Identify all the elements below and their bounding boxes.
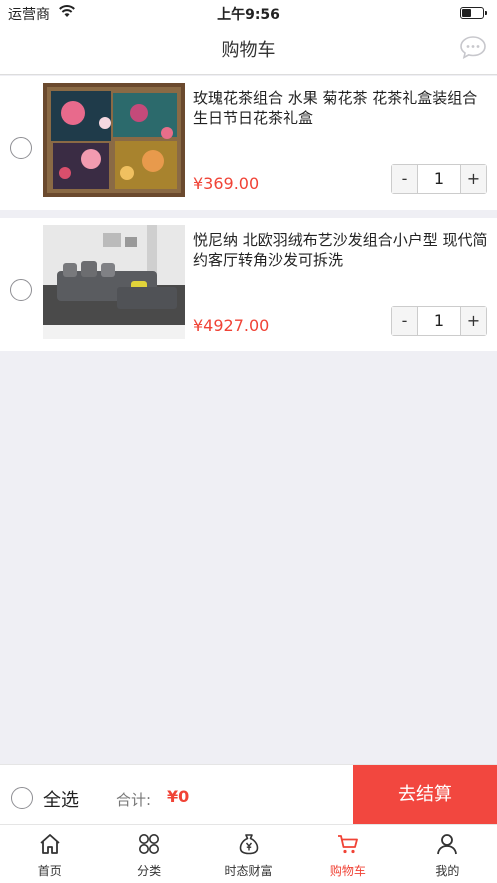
decrease-qty-button[interactable]: - — [392, 165, 417, 193]
total-value: ¥0 — [167, 787, 190, 806]
product-title[interactable]: 玫瑰花茶组合 水果 菊花茶 花茶礼盒装组合 生日节日花茶礼盒 — [193, 88, 489, 128]
tab-label: 分类 — [137, 864, 162, 878]
cart-item: 悦尼纳 北欧羽绒布艺沙发组合小户型 现代简约客厅转角沙发可拆洗 ¥4927.00… — [0, 218, 497, 351]
cart-icon — [337, 835, 358, 854]
cart-item: 玫瑰花茶组合 水果 菊花茶 花茶礼盒装组合 生日节日花茶礼盒 ¥369.00 -… — [0, 76, 497, 210]
checkout-bar: 全选 合计: ¥0 去结算 — [0, 764, 497, 825]
select-all-radio[interactable] — [11, 787, 33, 809]
item-select-radio[interactable] — [10, 279, 32, 301]
clock: 上午9:56 — [217, 7, 280, 23]
quantity-stepper: - 1 + — [391, 164, 487, 194]
product-price: ¥4927.00 — [193, 316, 270, 335]
increase-qty-button[interactable]: + — [461, 165, 486, 193]
tab-wealth[interactable]: 时态财富 — [199, 825, 298, 883]
tab-bar: 首页 分类 时态财富 购物车 我的 — [0, 824, 497, 883]
quantity-value[interactable]: 1 — [417, 165, 461, 193]
increase-qty-button[interactable]: + — [461, 307, 486, 335]
product-price: ¥369.00 — [193, 174, 260, 193]
total-label: 合计: — [116, 791, 152, 809]
tab-label: 首页 — [37, 864, 62, 878]
category-icon — [139, 834, 160, 854]
quantity-stepper: - 1 + — [391, 306, 487, 336]
tab-label: 时态财富 — [224, 864, 273, 878]
tab-cart[interactable]: 购物车 — [298, 825, 397, 883]
cart-list: 玫瑰花茶组合 水果 菊花茶 花茶礼盒装组合 生日节日花茶礼盒 ¥369.00 -… — [0, 76, 497, 359]
tab-profile[interactable]: 我的 — [398, 825, 497, 883]
home-icon — [40, 834, 60, 854]
battery-icon — [460, 7, 487, 19]
tab-label: 购物车 — [329, 864, 366, 878]
select-all-label[interactable]: 全选 — [43, 786, 79, 812]
nav-bar: 购物车 — [0, 26, 497, 75]
user-icon — [437, 834, 458, 855]
decrease-qty-button[interactable]: - — [392, 307, 417, 335]
tab-category[interactable]: 分类 — [99, 825, 198, 883]
sofa-image — [43, 225, 185, 339]
tea-gift-box-image — [43, 83, 185, 197]
money-bag-icon — [239, 834, 258, 855]
quantity-value[interactable]: 1 — [417, 307, 461, 335]
product-title[interactable]: 悦尼纳 北欧羽绒布艺沙发组合小户型 现代简约客厅转角沙发可拆洗 — [193, 230, 489, 270]
page-title: 购物车 — [221, 40, 276, 61]
checkout-button[interactable]: 去结算 — [353, 765, 497, 825]
tab-home[interactable]: 首页 — [0, 825, 99, 883]
product-thumbnail[interactable] — [43, 83, 185, 197]
chat-bubble-icon[interactable] — [459, 34, 487, 60]
item-select-radio[interactable] — [10, 137, 32, 159]
product-thumbnail[interactable] — [43, 225, 185, 339]
status-bar: 运营商 上午9:56 — [0, 0, 497, 26]
tab-label: 我的 — [435, 864, 460, 878]
